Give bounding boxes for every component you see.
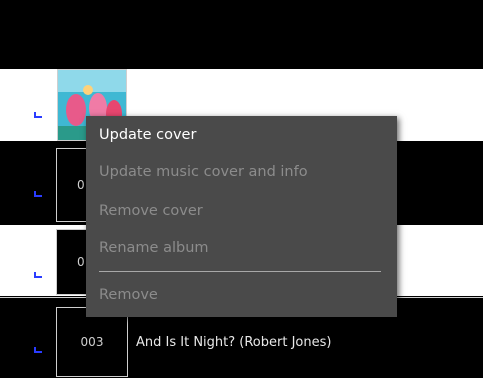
context-menu: Update cover Update music cover and info…	[86, 116, 397, 317]
selection-corner-icon	[34, 272, 42, 278]
selection-corner-icon	[34, 112, 42, 118]
menu-item-remove[interactable]: Remove	[99, 286, 158, 304]
selection-corner-icon	[34, 347, 42, 353]
track-number: 003	[80, 335, 104, 349]
menu-item-remove-cover[interactable]: Remove cover	[99, 202, 203, 220]
menu-item-rename-album[interactable]: Rename album	[99, 239, 209, 257]
track-number: 0	[77, 178, 85, 192]
track-title: And Is It Night? (Robert Jones)	[136, 335, 332, 350]
album-title-line1: Available From Magnatune.Com (010	[134, 88, 375, 103]
track-number-box: 003	[56, 307, 128, 377]
menu-separator	[99, 271, 381, 272]
menu-item-update-cover[interactable]: Update cover	[99, 126, 196, 144]
selection-corner-icon	[34, 191, 42, 197]
menu-item-update-music-cover-and-info[interactable]: Update music cover and info	[99, 163, 308, 181]
track-number: 0	[77, 255, 85, 269]
